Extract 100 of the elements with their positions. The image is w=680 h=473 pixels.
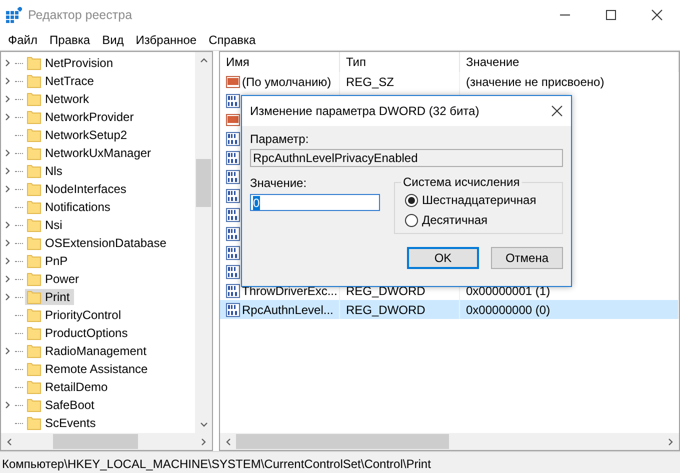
folder-icon (27, 290, 41, 304)
folder-icon (27, 344, 41, 358)
tree-item[interactable]: Network (25, 91, 94, 107)
binary-value-icon (226, 246, 240, 260)
expand-icon[interactable] (4, 347, 12, 355)
scrollbar-thumb[interactable] (53, 434, 138, 449)
column-header[interactable]: Значение (460, 52, 679, 72)
expand-icon[interactable] (4, 185, 12, 193)
binary-value-icon (226, 284, 240, 298)
menu-item[interactable]: Правка (44, 33, 96, 47)
tree-item[interactable]: NetworkUxManager (25, 145, 156, 161)
value-name[interactable]: (По умолчанию) (242, 74, 332, 88)
parameter-field[interactable]: RpcAuthnLevelPrivacyEnabled (250, 149, 563, 167)
folder-icon (27, 416, 41, 430)
menu-item[interactable]: Справка (202, 33, 262, 47)
scrollbar-thumb[interactable] (236, 434, 448, 449)
expand-icon[interactable] (4, 167, 12, 175)
tree-item[interactable]: PriorityControl (25, 307, 126, 323)
value-type: REG_DWORD (346, 302, 426, 316)
scroll-down-icon[interactable] (200, 421, 208, 429)
folder-icon (27, 200, 41, 214)
radio-button[interactable] (405, 214, 418, 226)
scrollbar-thumb[interactable] (196, 158, 211, 206)
group-title: Система исчисления (401, 175, 522, 189)
radio-label[interactable]: Десятичная (422, 213, 488, 227)
expand-icon[interactable] (4, 275, 12, 283)
radio-label[interactable]: Шестнадцатеричная (422, 193, 536, 207)
folder-icon (27, 308, 41, 322)
tree-item[interactable]: SafeBoot (25, 397, 98, 413)
folder-icon (27, 398, 41, 412)
expand-icon[interactable] (4, 221, 12, 229)
binary-value-icon (226, 150, 240, 164)
tree-item[interactable]: NetTrace (25, 73, 98, 89)
menu-item[interactable]: Файл (2, 33, 44, 47)
folder-icon (27, 218, 41, 232)
tree-item[interactable]: RetailDemo (25, 379, 112, 395)
tree-item[interactable]: NetworkProvider (25, 109, 138, 125)
folder-icon (27, 146, 41, 160)
expand-icon[interactable] (4, 239, 12, 247)
registry-icon (6, 7, 22, 23)
tree-item[interactable]: ProductOptions (25, 325, 132, 341)
tree-item[interactable]: Nsi (25, 217, 66, 233)
value-name[interactable]: ThrowDriverExc... (242, 284, 338, 298)
tree-item[interactable]: NetProvision (25, 55, 118, 71)
binary-value-icon (226, 264, 240, 278)
tree-item[interactable]: Print (25, 289, 74, 305)
value-data: 0x00000000 (0) (466, 302, 550, 316)
tree-item[interactable]: PnP (25, 253, 72, 269)
value-field[interactable]: 0 (250, 194, 380, 211)
binary-value-icon (226, 188, 240, 202)
folder-icon (27, 326, 41, 340)
expand-icon[interactable] (4, 59, 12, 67)
binary-value-icon (226, 94, 240, 108)
tree-item[interactable]: RadioManagement (25, 343, 150, 359)
tree-item[interactable]: OSExtensionDatabase (25, 235, 170, 251)
column-header[interactable]: Тип (340, 52, 460, 72)
tree-item[interactable]: Remote Assistance (25, 361, 152, 377)
column-header[interactable]: Имя (220, 52, 340, 72)
tree-item[interactable]: ScEvents (25, 415, 100, 431)
scroll-up-icon[interactable] (200, 56, 208, 64)
tree-item[interactable]: NetworkSetup2 (25, 127, 132, 143)
tree-item[interactable]: Nls (25, 163, 66, 179)
binary-value-icon (226, 302, 240, 316)
status-bar: Компьютер\HKEY_LOCAL_MACHINE\SYSTEM\CurrentControlSet\Control\Print (0, 451, 680, 473)
binary-value-icon (226, 208, 240, 222)
expand-icon[interactable] (4, 95, 12, 103)
folder-icon (27, 110, 41, 124)
scroll-right-icon[interactable] (667, 438, 675, 446)
expand-icon[interactable] (4, 401, 12, 409)
expand-icon[interactable] (4, 77, 12, 85)
folder-icon (27, 128, 41, 142)
folder-icon (27, 272, 41, 286)
scroll-left-icon[interactable] (5, 438, 13, 446)
binary-value-icon (226, 170, 240, 184)
folder-icon (27, 56, 41, 70)
tree-item[interactable]: Power (25, 271, 84, 287)
folder-icon (27, 362, 41, 376)
value-data: 0x00000001 (1) (466, 284, 550, 298)
expand-icon[interactable] (4, 149, 12, 157)
folder-icon (27, 254, 41, 268)
expand-icon[interactable] (4, 257, 12, 265)
folder-icon (27, 92, 41, 106)
folder-icon (27, 164, 41, 178)
menu-item[interactable]: Вид (96, 33, 130, 47)
scroll-left-icon[interactable] (224, 438, 232, 446)
radio-button[interactable] (405, 194, 418, 206)
tree-item[interactable]: NodeInterfaces (25, 181, 130, 197)
dialog-button[interactable]: Отмена (491, 247, 563, 269)
value-type: REG_SZ (346, 74, 394, 88)
expand-icon[interactable] (4, 113, 12, 121)
close-icon[interactable] (551, 105, 563, 117)
expand-icon[interactable] (4, 293, 12, 301)
scroll-right-icon[interactable] (200, 438, 208, 446)
binary-value-icon (226, 226, 240, 240)
tree-item[interactable]: Notifications (25, 199, 114, 215)
folder-icon (27, 236, 41, 250)
field-label: Параметр: (250, 132, 310, 146)
menu-item[interactable]: Избранное (130, 33, 203, 47)
value-type: REG_DWORD (346, 284, 426, 298)
dialog-button[interactable]: OK (407, 247, 479, 269)
